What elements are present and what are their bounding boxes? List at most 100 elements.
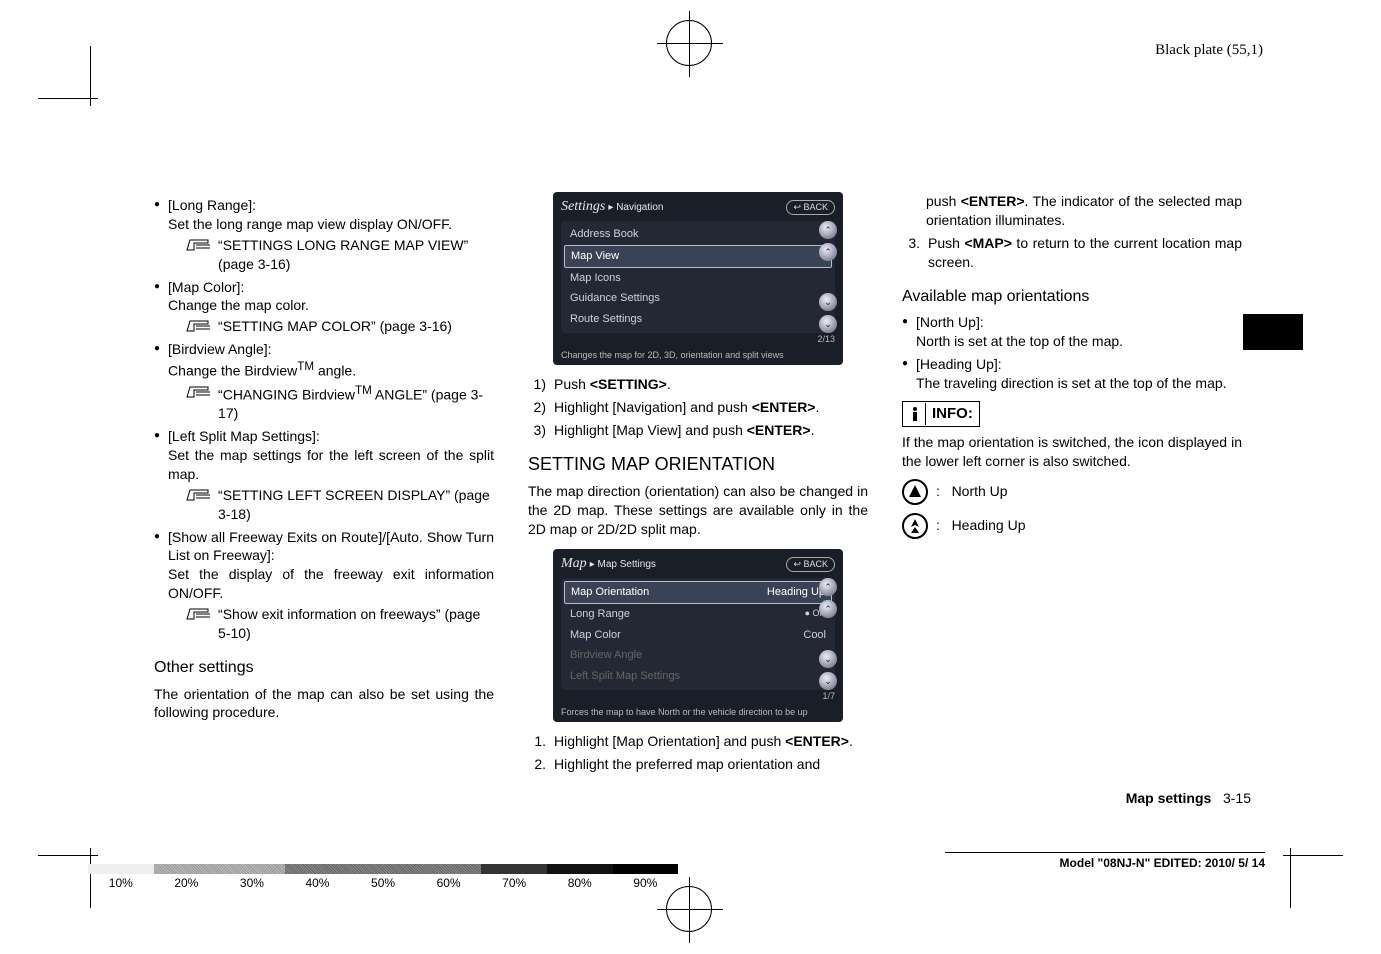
column-2: Settings ▸ Navigation ↩ BACK ⌃ ⌃ ⌄ ⌄ Add… (528, 192, 868, 774)
bullet-north-up: ● [North Up]: North is set at the top of… (902, 313, 1242, 351)
legend-label: Heading Up (952, 516, 1026, 535)
page-number: Map settings 3-15 (1126, 790, 1251, 806)
ruler-tick: 30% (219, 876, 285, 890)
bullet-icon: ● (154, 278, 160, 337)
step-2b: 2. Highlight the preferred map orientati… (528, 755, 868, 774)
content-columns: ● [Long Range]: Set the long range map v… (154, 192, 1242, 774)
bullet-icon: ● (154, 528, 160, 643)
ss-footer: Changes the map for 2D, 3D, orientation … (561, 349, 835, 361)
step-number: 2. (528, 755, 546, 774)
ss-title: Map (561, 556, 587, 571)
column-1: ● [Long Range]: Set the long range map v… (154, 192, 494, 774)
plate-label: Black plate (55,1) (1155, 42, 1263, 59)
legend-label: North Up (952, 482, 1008, 501)
page-root: Black plate (55,1) ● [Long Range]: Set t… (0, 0, 1381, 954)
bullet-heading-up: ● [Heading Up]: The traveling direction … (902, 355, 1242, 393)
bullet-left-split: ● [Left Split Map Settings]: Set the map… (154, 427, 494, 523)
item-title: [Heading Up]: (916, 355, 1242, 374)
ss-item-selected: Map View (564, 245, 832, 268)
info-callout: INFO: (902, 401, 980, 427)
registration-mark (666, 886, 712, 932)
step-number: 3. (902, 234, 920, 272)
step-3: 3) Highlight [Map View] and push <ENTER>… (528, 421, 868, 440)
ss-breadcrumb: ▸ Map Settings (590, 559, 656, 570)
ss-item: Address Book (564, 224, 832, 245)
info-text: If the map orientation is switched, the … (902, 433, 1242, 471)
scroll-down-icon: ⌄ (819, 315, 837, 333)
bullet-icon: ● (154, 196, 160, 274)
info-label: INFO: (932, 404, 973, 424)
bullet-map-color: ● [Map Color]: Change the map color. “SE… (154, 278, 494, 337)
step-number: 1) (528, 375, 546, 394)
ss-pager: 2/13 (561, 333, 835, 345)
bullet-long-range: ● [Long Range]: Set the long range map v… (154, 196, 494, 274)
legend-heading-up: : Heading Up (902, 513, 1242, 539)
step-1: 1) Push <SETTING>. (528, 375, 868, 394)
ruler-tick: 50% (350, 876, 416, 890)
step-1b: 1. Highlight [Map Orientation] and push … (528, 732, 868, 751)
ruler-tick: 20% (154, 876, 220, 890)
item-title: [Left Split Map Settings]: (168, 427, 494, 446)
item-desc: Set the long range map view display ON/O… (168, 215, 494, 234)
crop-mark (38, 98, 98, 99)
available-orientations-heading: Available map orientations (902, 286, 1242, 308)
reference-text: “Show exit information on freeways” (pag… (218, 605, 494, 643)
ss-back-button: ↩ BACK (786, 557, 835, 571)
section-tab (1243, 314, 1303, 350)
reference-icon (186, 319, 212, 333)
crop-mark (1290, 848, 1291, 908)
ss-row: Map ColorCool (564, 625, 832, 646)
ruler-tick: 40% (285, 876, 351, 890)
step-2: 2) Highlight [Navigation] and push <ENTE… (528, 398, 868, 417)
bullet-icon: ● (902, 355, 908, 393)
ss-back-button: ↩ BACK (786, 200, 835, 214)
ss-row-selected: Map OrientationHeading Up (564, 581, 832, 604)
crop-mark (90, 46, 91, 106)
reference-text: “SETTINGS LONG RANGE MAP VIEW” (page 3-1… (218, 236, 494, 274)
bullet-icon: ● (154, 427, 160, 523)
reference-text: “SETTING MAP COLOR” (page 3-16) (218, 317, 494, 336)
ss-pager: 1/7 (561, 690, 835, 702)
bullet-icon: ● (902, 313, 908, 351)
reference-text: “CHANGING BirdviewTM ANGLE” (page 3-17) (218, 383, 494, 423)
screenshot-map-settings: Map ▸ Map Settings ↩ BACK ⌃ ⌃ ⌄ ⌄ Map Or… (553, 549, 843, 722)
crop-mark (38, 855, 98, 856)
density-ruler: 10% 20% 30% 40% 50% 60% 70% 80% 90% (88, 864, 678, 890)
column-3: push <ENTER>. The indicator of the selec… (902, 192, 1242, 774)
ss-row-disabled: Left Split Map Settings (564, 666, 832, 687)
legend-north-up: : North Up (902, 479, 1242, 505)
ruler-tick: 60% (416, 876, 482, 890)
item-title: [Show all Freeway Exits on Route]/[Auto.… (168, 528, 494, 566)
step-3b: 3. Push <MAP> to return to the current l… (902, 234, 1242, 272)
screenshot-settings-nav: Settings ▸ Navigation ↩ BACK ⌃ ⌃ ⌄ ⌄ Add… (553, 192, 843, 365)
scroll-up-icon: ⌃ (819, 221, 837, 239)
reference-text: “SETTING LEFT SCREEN DISPLAY” (page 3-18… (218, 486, 494, 524)
item-title: [Long Range]: (168, 196, 494, 215)
step-number: 2) (528, 398, 546, 417)
scroll-up-small-icon: ⌃ (819, 600, 837, 618)
step-number: 3) (528, 421, 546, 440)
ss-item: Guidance Settings (564, 288, 832, 309)
section-paragraph: The map direction (orientation) can also… (528, 482, 868, 539)
section-heading: SETTING MAP ORIENTATION (528, 452, 868, 476)
ruler-tick: 90% (613, 876, 679, 890)
step-number: 1. (528, 732, 546, 751)
other-settings-heading: Other settings (154, 657, 494, 679)
heading-up-icon (902, 513, 928, 539)
scroll-up-small-icon: ⌃ (819, 243, 837, 261)
scroll-down-small-icon: ⌄ (819, 650, 837, 668)
crop-mark (1283, 855, 1343, 856)
item-desc: Set the map settings for the left screen… (168, 446, 494, 484)
ruler-tick: 10% (88, 876, 154, 890)
ruler-tick: 70% (481, 876, 547, 890)
reference-icon (186, 488, 212, 502)
model-footer: Model "08NJ-N" EDITED: 2010/ 5/ 14 (945, 852, 1265, 870)
bullet-freeway-exits: ● [Show all Freeway Exits on Route]/[Aut… (154, 528, 494, 643)
item-desc: Set the display of the freeway exit info… (168, 565, 494, 603)
ss-item: Route Settings (564, 309, 832, 330)
item-desc: Change the BirdviewTM angle. (168, 359, 494, 381)
ss-row: Long Range● ON (564, 604, 832, 625)
other-settings-text: The orientation of the map can also be s… (154, 685, 494, 723)
reference-icon (186, 238, 212, 252)
item-title: [Birdview Angle]: (168, 340, 494, 359)
